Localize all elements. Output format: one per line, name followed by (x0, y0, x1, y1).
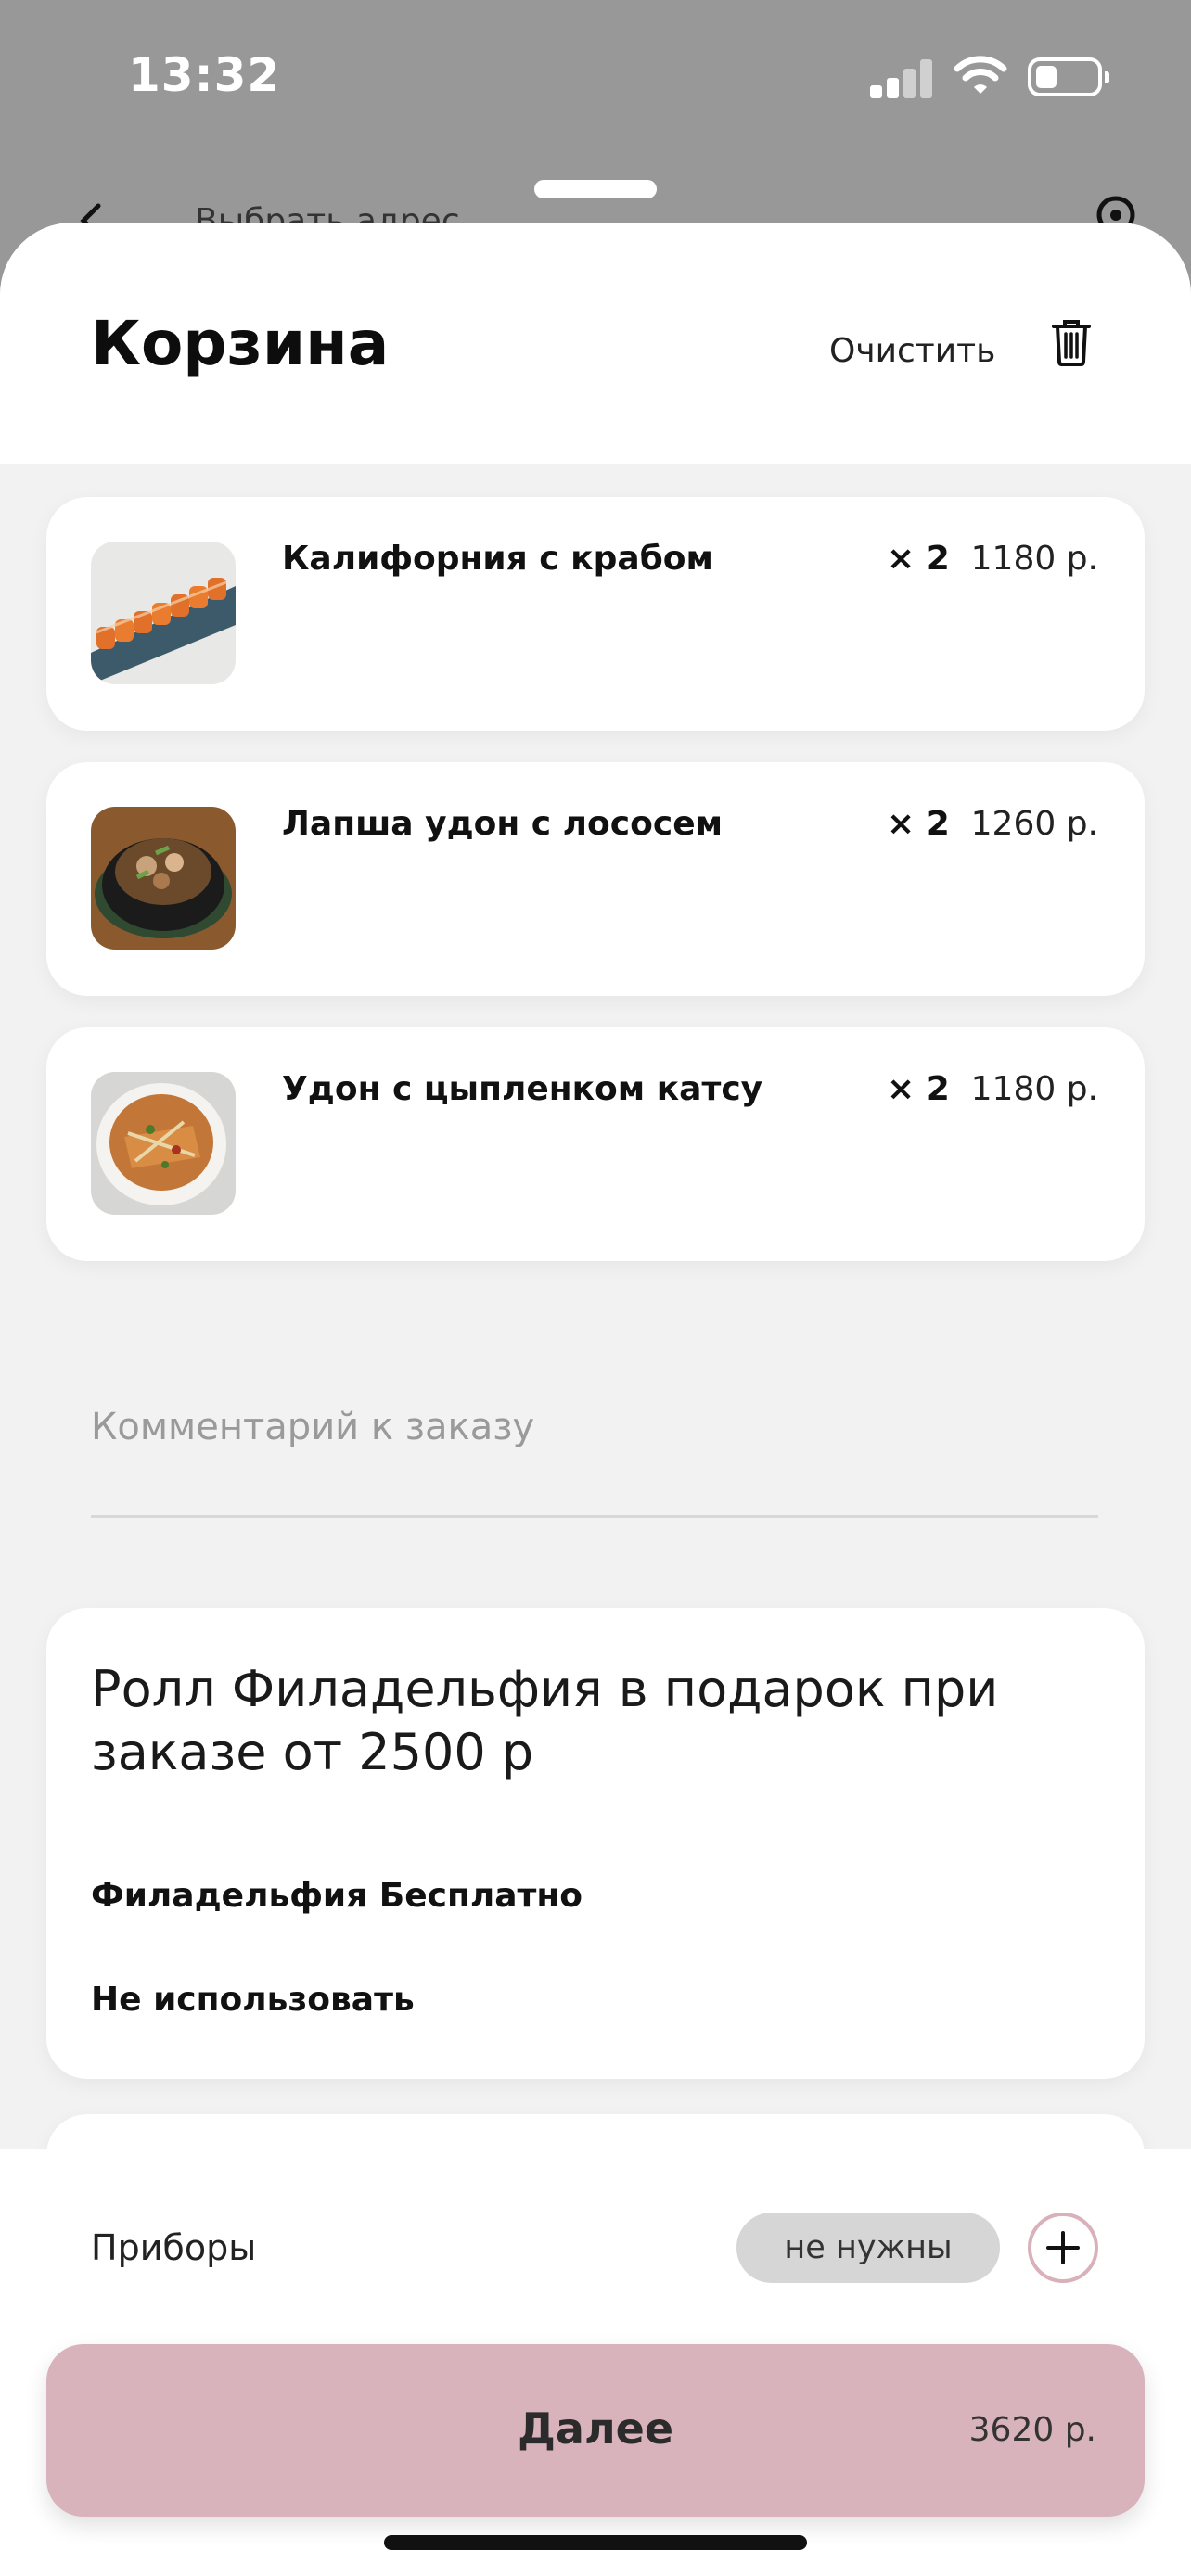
page-title: Корзина (91, 308, 390, 379)
item-price: 1260 р. (970, 805, 1098, 843)
clear-cart-button[interactable]: Очистить (829, 332, 995, 370)
cart-header: Корзина Очистить (0, 223, 1191, 464)
utensils-label: Приборы (91, 2227, 257, 2268)
item-name: Лапша удон с лососем (282, 805, 724, 843)
item-quantity: × 2 (887, 540, 950, 578)
item-photo-udon-katsu (91, 1072, 236, 1215)
promo-card: Ролл Филадельфия в подарок при заказе от… (46, 1608, 1145, 2079)
signal-icon (870, 57, 933, 98)
cart-item[interactable]: Калифорния с крабом × 2 1180 р. (46, 497, 1145, 731)
next-button[interactable]: Далее 3620 р. (46, 2344, 1145, 2517)
utensils-value-button[interactable]: не нужны (736, 2213, 1000, 2283)
wifi-icon (954, 56, 1007, 94)
home-indicator[interactable] (384, 2535, 807, 2550)
promo-option-decline[interactable]: Не использовать (91, 1981, 415, 2019)
item-quantity: × 2 (887, 1070, 950, 1108)
item-name: Удон с цыпленком катсу (282, 1070, 763, 1108)
trash-icon[interactable] (1050, 317, 1093, 367)
order-comment-input[interactable]: Комментарий к заказу (91, 1406, 534, 1448)
order-total: 3620 р. (968, 2411, 1096, 2449)
promo-option-free[interactable]: Филадельфия Бесплатно (91, 1877, 583, 1915)
item-photo-california-roll (91, 542, 236, 684)
status-time: 13:32 (128, 48, 281, 102)
checkout-panel: Приборы не нужны Далее 3620 р. (0, 2149, 1191, 2576)
cart-item[interactable]: Лапша удон с лососем × 2 1260 р. (46, 762, 1145, 996)
sheet-grabber[interactable] (534, 180, 657, 198)
item-quantity: × 2 (887, 805, 950, 843)
cart-item[interactable]: Удон с цыпленком катсу × 2 1180 р. (46, 1027, 1145, 1261)
item-name: Калифорния с крабом (282, 540, 713, 578)
plus-icon[interactable] (1028, 2213, 1098, 2283)
battery-icon (1028, 57, 1109, 96)
item-photo-udon-salmon (91, 807, 236, 950)
status-bar: 13:32 (0, 0, 1191, 158)
item-price: 1180 р. (970, 1070, 1098, 1108)
promo-title: Ролл Филадельфия в подарок при заказе от… (91, 1660, 999, 1781)
comment-underline (91, 1515, 1098, 1518)
item-price: 1180 р. (970, 540, 1098, 578)
